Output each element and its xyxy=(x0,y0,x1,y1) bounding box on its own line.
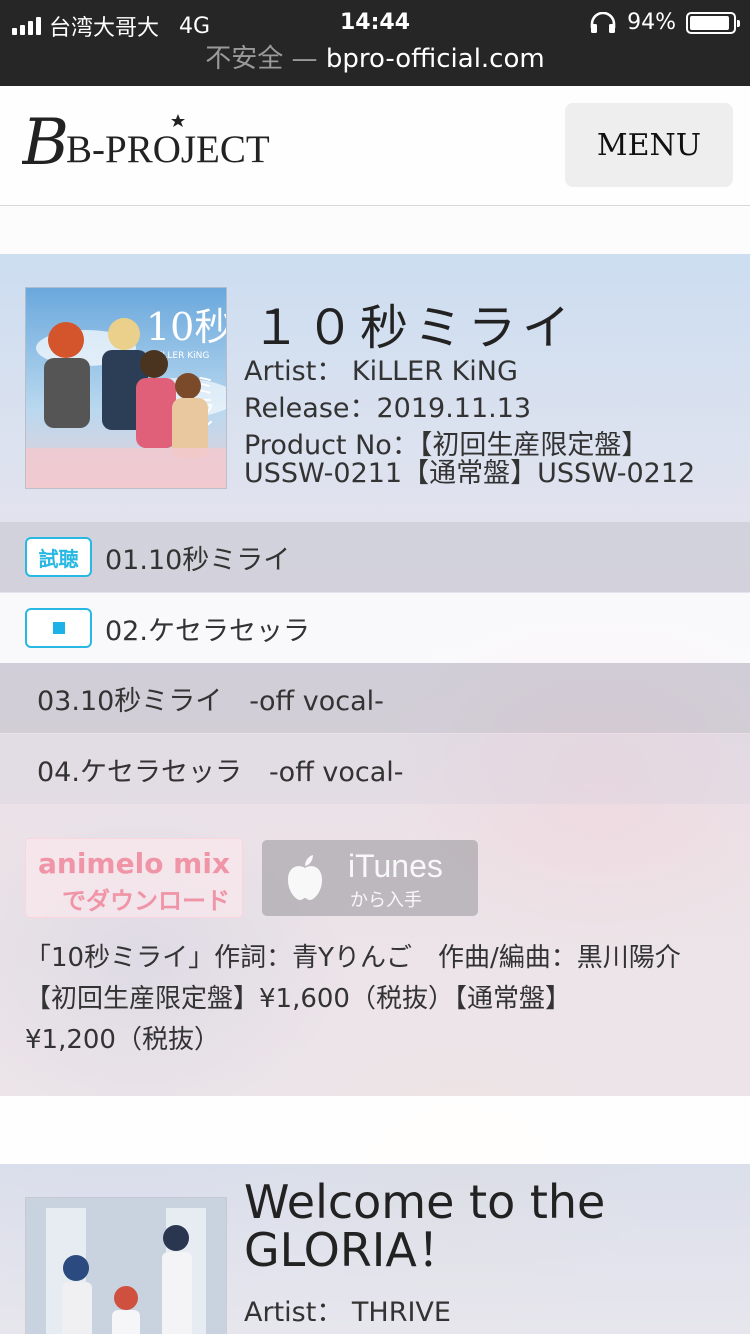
album-cover-art xyxy=(26,1198,226,1334)
track-row: 04.ケセラセッラ -off vocal- xyxy=(0,734,750,804)
track-label: 01.10秒ミライ xyxy=(105,544,291,576)
release-date: Release：2019.11.13 xyxy=(244,393,532,424)
release-title-line1: Welcome to the xyxy=(244,1175,606,1229)
menu-button[interactable]: MENU xyxy=(565,103,733,187)
product-number-line2: USSW-0211【通常盤】USSW-0212 xyxy=(244,458,696,489)
album-cover-art: 10秒 KiLLER KiNG ミライ xyxy=(26,288,227,488)
preview-button[interactable]: 試聴 xyxy=(25,537,92,577)
credits-line: ¥1,200（税抜） xyxy=(25,1025,220,1055)
credits-line: 【初回生産限定盤】¥1,600（税抜）【通常盤】 xyxy=(25,984,571,1014)
itunes-button[interactable]: iTunes から入手 xyxy=(262,840,478,916)
album-cover[interactable] xyxy=(25,1197,227,1334)
release-artist: Artist： THRIVE xyxy=(244,1297,451,1328)
animelo-sublabel: でダウンロード xyxy=(62,887,230,915)
spacer xyxy=(0,206,750,254)
svg-text:B: B xyxy=(22,106,69,180)
animelo-label: animelo mix xyxy=(38,847,231,880)
track-row: 試聴 01.10秒ミライ xyxy=(0,522,750,592)
product-number: Product No：【初回生産限定盤】 USSW-0211【通常盤】USSW-… xyxy=(244,432,734,488)
itunes-sublabel: から入手 xyxy=(350,890,422,911)
animelo-mix-button[interactable]: animelo mix でダウンロード xyxy=(25,838,243,918)
stop-button[interactable] xyxy=(25,608,92,648)
product-number-line1: Product No：【初回生産限定盤】 xyxy=(244,430,649,461)
release-title: １０秒ミライ xyxy=(252,300,577,356)
headphones-icon xyxy=(590,11,616,33)
release-title: Welcome to the GLORIA！ xyxy=(244,1178,734,1274)
track-label: 03.10秒ミライ -off vocal- xyxy=(37,685,384,717)
status-bar: 台湾大哥大 4G 14:44 94% 不安全 — bpro-official.c… xyxy=(0,0,750,86)
address-bar[interactable]: 不安全 — bpro-official.com xyxy=(0,38,750,75)
release-title-line2: GLORIA！ xyxy=(244,1223,463,1277)
site-header: B B-PROJECT MENU xyxy=(0,86,750,206)
release-card: 10秒 KiLLER KiNG ミライ １０秒ミライ Artist： KiLLE… xyxy=(0,254,750,1096)
itunes-label: iTunes xyxy=(348,848,443,884)
battery-icon xyxy=(686,11,740,34)
release-artist: Artist： KiLLER KiNG xyxy=(244,356,518,387)
spacer xyxy=(0,1096,750,1164)
album-cover[interactable]: 10秒 KiLLER KiNG ミライ xyxy=(25,287,227,489)
status-right: 94% xyxy=(589,10,740,35)
apple-icon xyxy=(288,855,322,900)
battery-percent: 94% xyxy=(627,10,676,35)
track-row: 02.ケセラセッラ xyxy=(0,593,750,663)
insecure-label: 不安全 — xyxy=(205,44,318,74)
credits-line: 「10秒ミライ」作詞：青Yりんご 作曲/編曲：黒川陽介 xyxy=(25,943,681,973)
release-card: Welcome to the GLORIA！ Artist： THRIVE xyxy=(0,1164,750,1334)
track-row: 03.10秒ミライ -off vocal- xyxy=(0,663,750,733)
track-label: 02.ケセラセッラ xyxy=(105,615,310,647)
release-credits: 「10秒ミライ」作詞：青Yりんご 作曲/編曲：黒川陽介 【初回生産限定盤】¥1,… xyxy=(25,938,725,1061)
stop-icon xyxy=(52,622,65,634)
bproject-logo[interactable]: B B-PROJECT xyxy=(22,104,287,184)
url-domain: bpro-official.com xyxy=(325,44,545,74)
svg-text:10秒: 10秒 xyxy=(146,305,227,349)
svg-text:B-PROJECT: B-PROJECT xyxy=(66,128,270,171)
track-label: 04.ケセラセッラ -off vocal- xyxy=(37,756,404,788)
